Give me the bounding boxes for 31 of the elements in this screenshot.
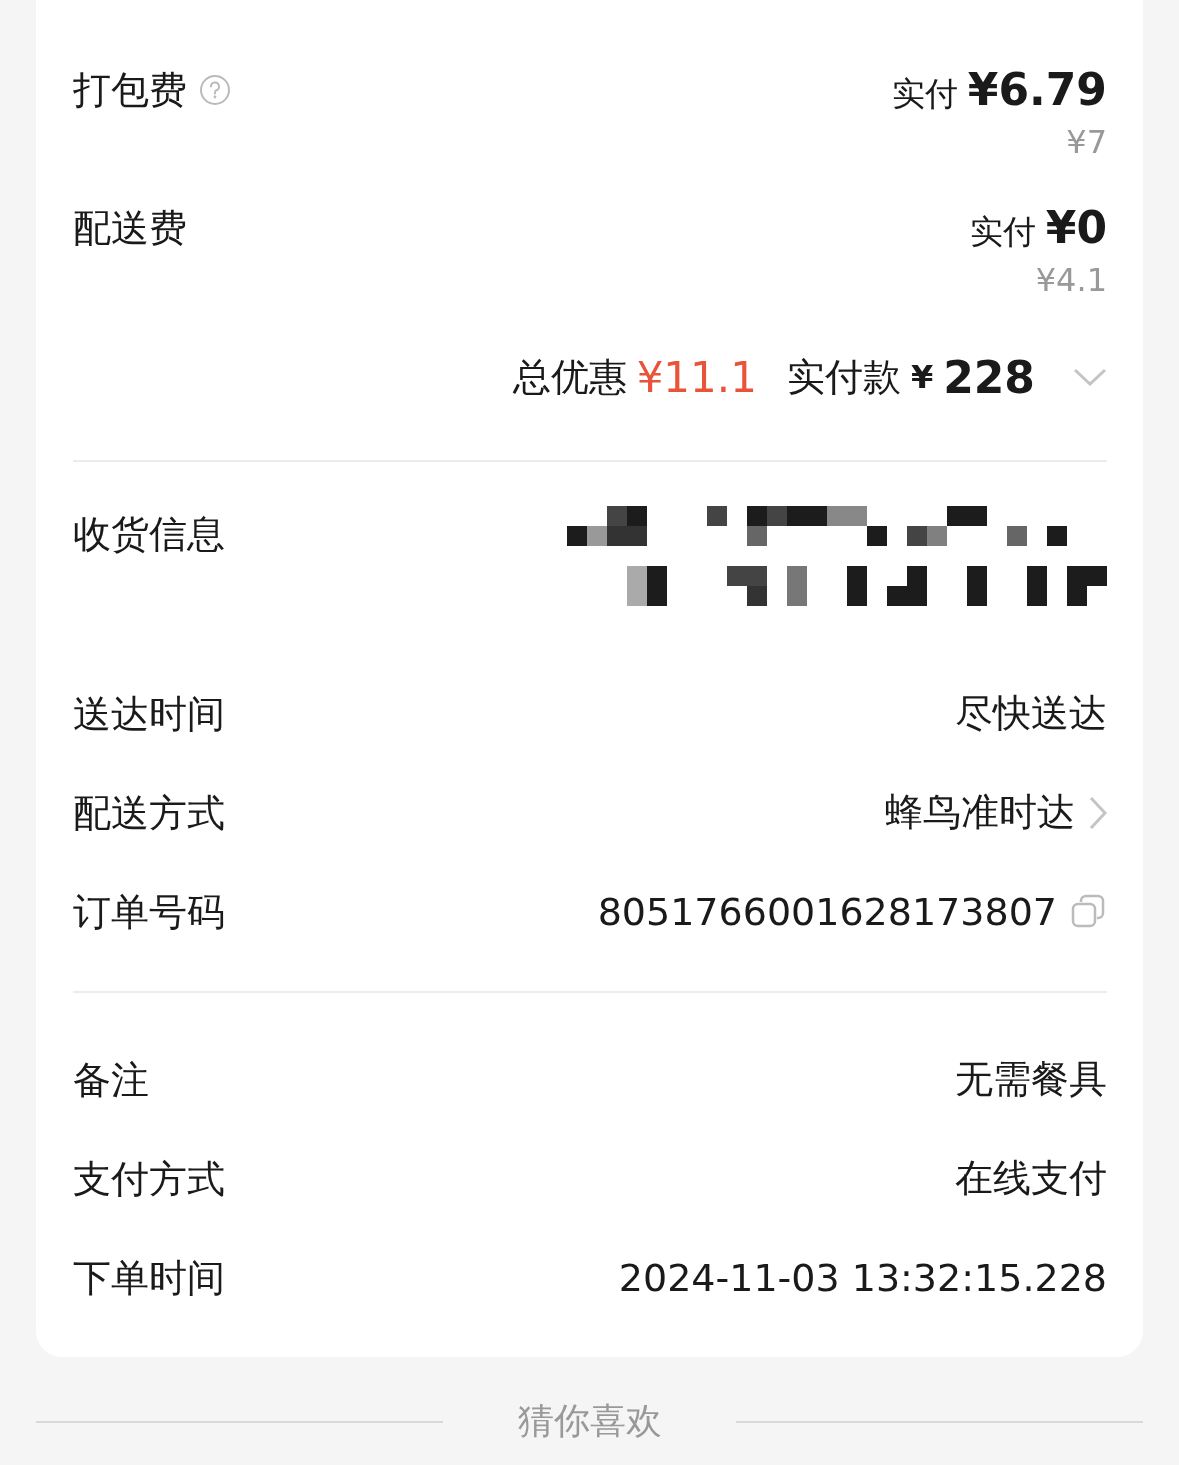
discount-label: 总优惠 <box>512 353 627 401</box>
fee-label: 配送费 <box>73 205 187 252</box>
copy-icon[interactable] <box>1071 893 1107 930</box>
chevron-right-icon[interactable] <box>1089 795 1107 830</box>
original-price: ¥7 <box>1066 122 1107 162</box>
paid-prefix: 实付 <box>891 73 958 115</box>
row-value: 在线支付 <box>955 1155 1107 1202</box>
row-value: 尽快送达 <box>955 690 1107 737</box>
info-label: 配送方式 <box>73 789 225 837</box>
info-label: 备注 <box>73 1056 149 1104</box>
info-label: 支付方式 <box>73 1155 225 1203</box>
total-paid-label: 实付款 <box>786 353 901 401</box>
order-number: 8051766001628173807 <box>597 889 1057 934</box>
fee-label: 打包费 <box>73 67 187 114</box>
paid-amount: ¥0 <box>1045 201 1107 255</box>
total-paid-amount: 228 <box>943 351 1035 403</box>
delivery-method-link[interactable]: 蜂鸟准时达 <box>885 787 1075 838</box>
info-label: 下单时间 <box>73 1254 225 1302</box>
paid-prefix: 实付 <box>969 211 1036 253</box>
row-value: 无需餐具 <box>955 1056 1107 1103</box>
original-price: ¥4.1 <box>1035 260 1107 300</box>
paid-amount: ¥6.79 <box>967 63 1107 117</box>
discount-amount: ¥11.1 <box>636 352 757 402</box>
row-value: 2024-11-03 13:32:15.228 <box>618 1255 1107 1300</box>
currency-sign: ¥ <box>910 358 934 396</box>
help-icon[interactable] <box>199 74 231 106</box>
info-label: 送达时间 <box>73 690 225 738</box>
info-label: 订单号码 <box>73 888 225 936</box>
chevron-down-icon[interactable] <box>1073 368 1107 386</box>
info-label: 收货信息 <box>73 511 225 558</box>
section-title: 猜你喜欢 <box>517 1399 662 1443</box>
